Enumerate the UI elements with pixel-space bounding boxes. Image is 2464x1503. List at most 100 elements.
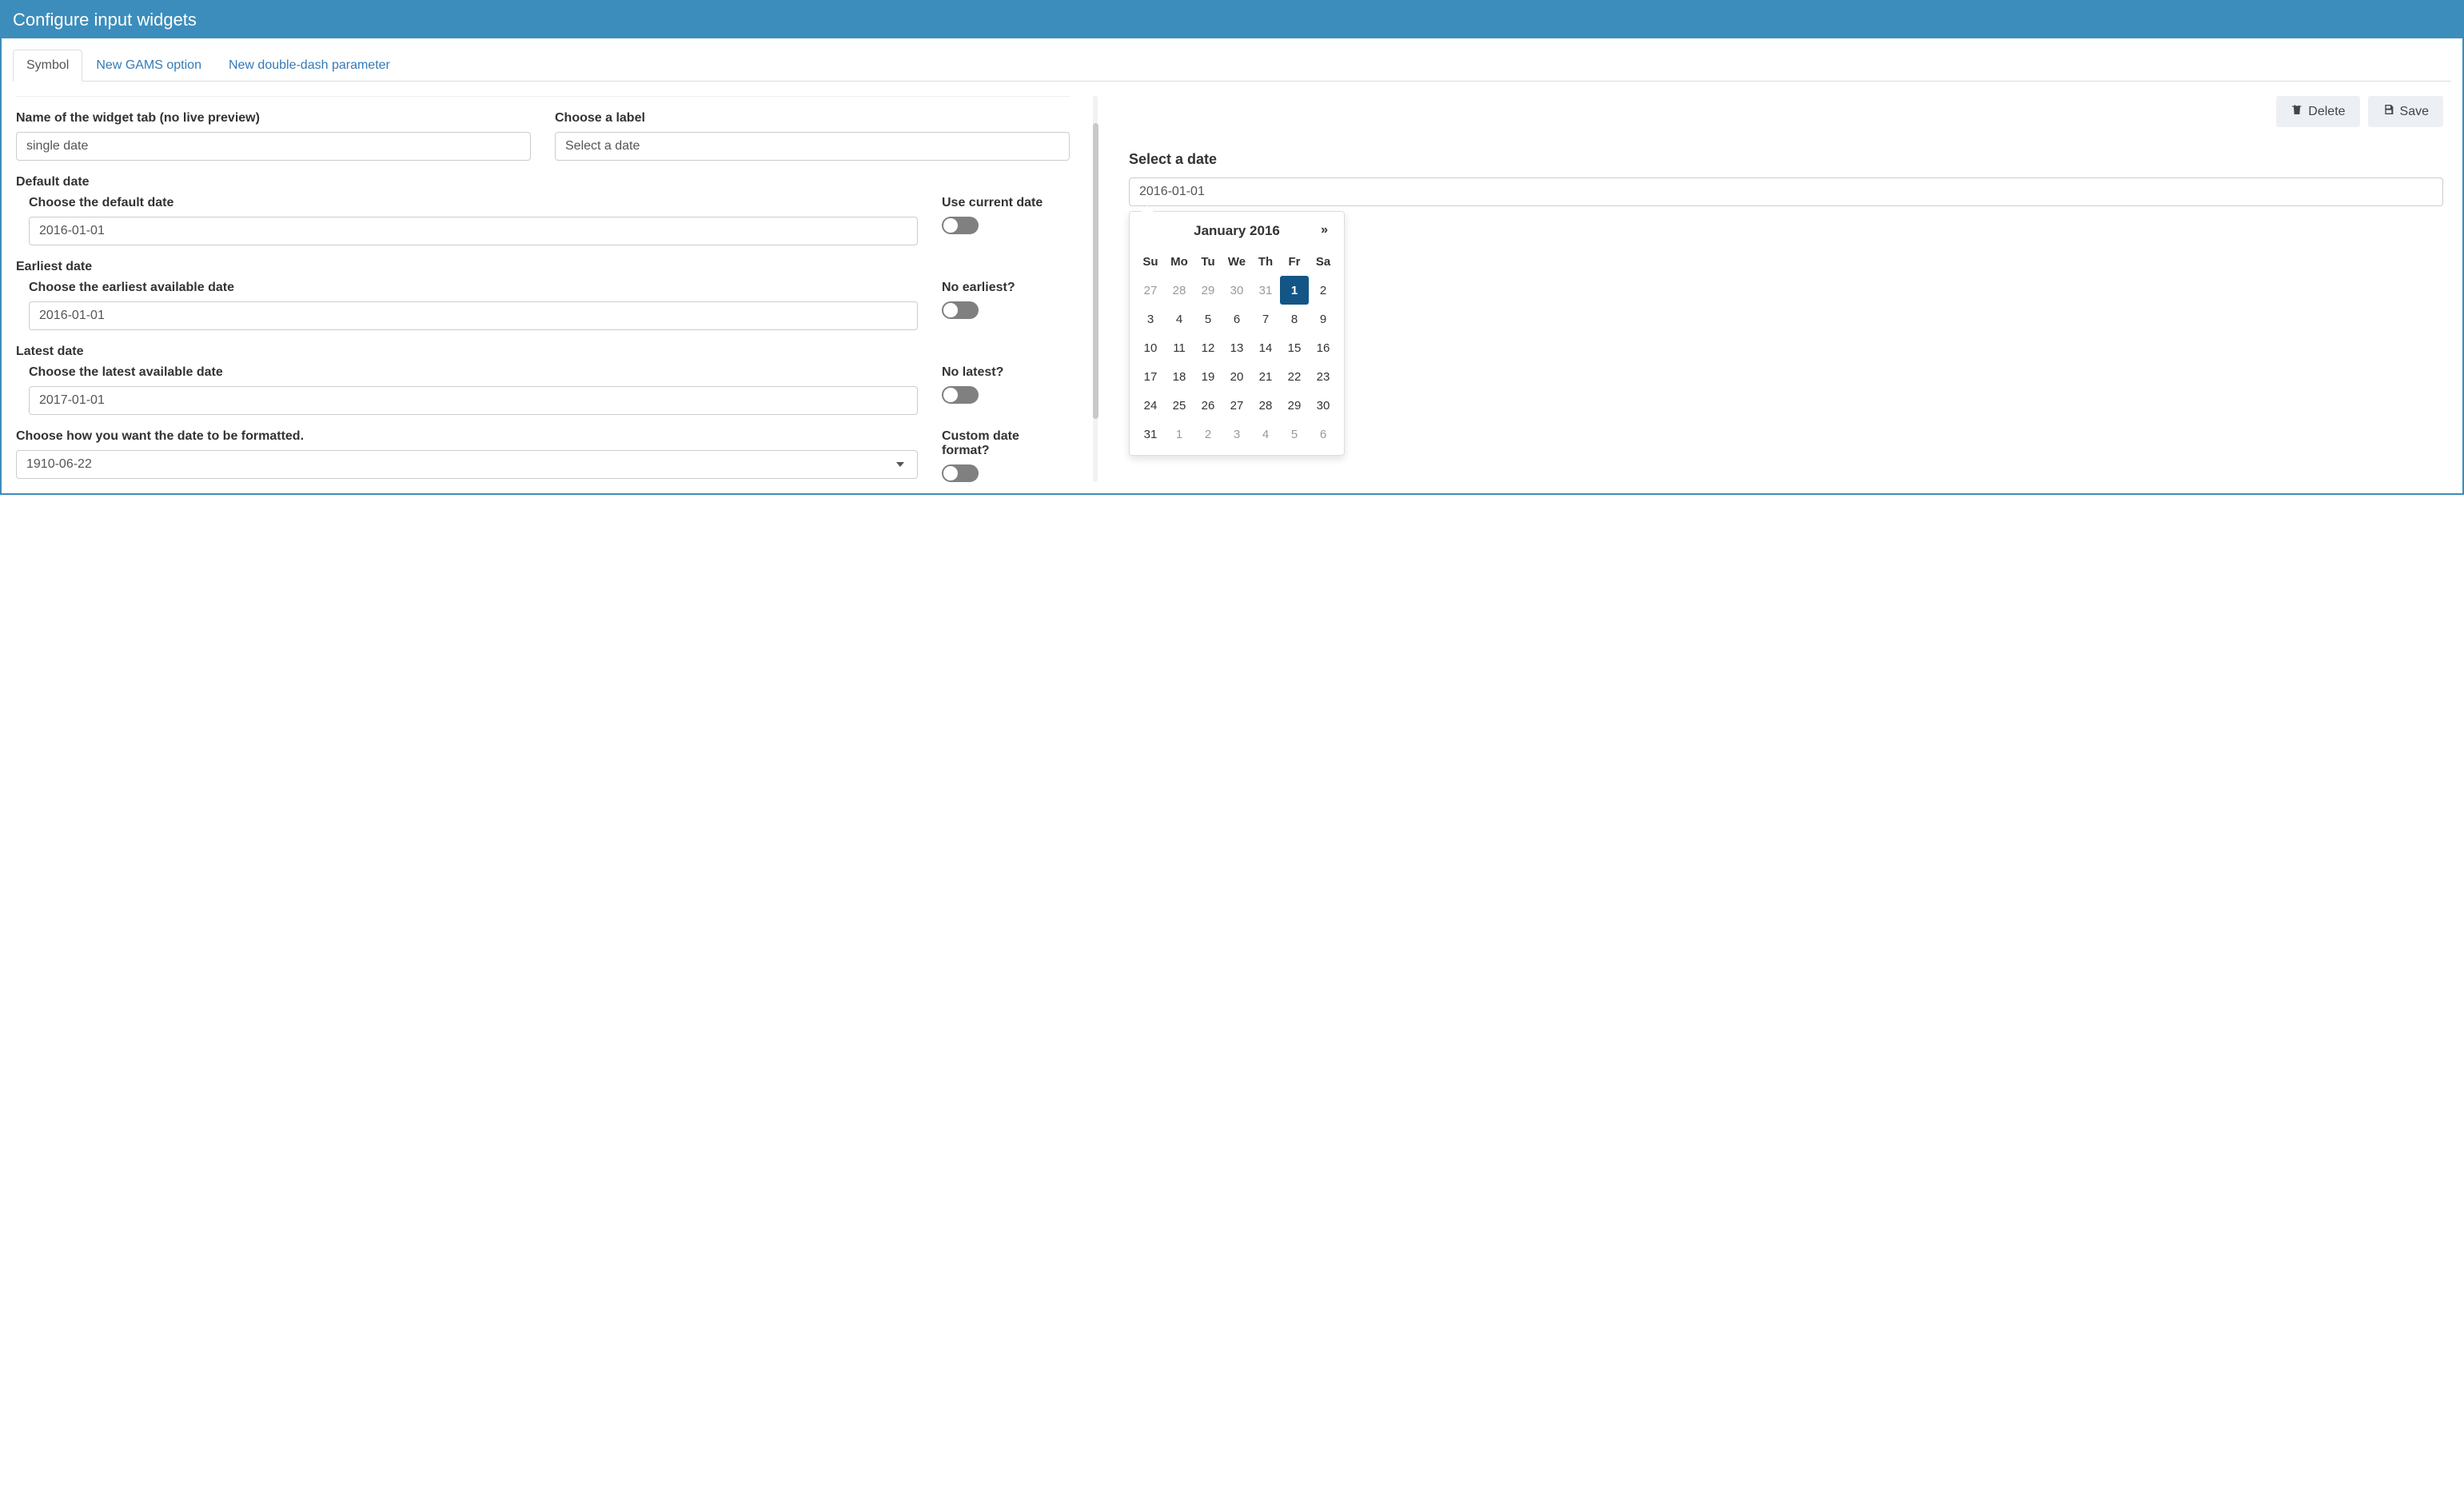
- no-earliest-label: No earliest?: [942, 281, 1070, 295]
- calendar-day[interactable]: 14: [1251, 333, 1280, 362]
- calendar-week-row: 31123456: [1136, 420, 1338, 449]
- calendar-day[interactable]: 8: [1280, 305, 1309, 333]
- calendar-weekday: Sa: [1309, 247, 1338, 276]
- calendar-day[interactable]: 1: [1280, 276, 1309, 305]
- calendar-day[interactable]: 17: [1136, 362, 1165, 391]
- earliest-date-input[interactable]: [29, 301, 918, 330]
- calendar-day[interactable]: 6: [1222, 305, 1251, 333]
- calendar-day[interactable]: 15: [1280, 333, 1309, 362]
- date-format-label: Choose how you want the date to be forma…: [16, 429, 918, 444]
- date-format-select[interactable]: 1910-06-22: [16, 450, 918, 479]
- calendar-day[interactable]: 28: [1165, 276, 1194, 305]
- calendar-day[interactable]: 6: [1309, 420, 1338, 449]
- calendar-day[interactable]: 29: [1280, 391, 1309, 420]
- default-date-input[interactable]: [29, 217, 918, 245]
- calendar-day[interactable]: 3: [1136, 305, 1165, 333]
- calendar-day[interactable]: 31: [1136, 420, 1165, 449]
- columns: Name of the widget tab (no live preview)…: [13, 96, 2451, 482]
- calendar-day[interactable]: 16: [1309, 333, 1338, 362]
- latest-date-field-label: Choose the latest available date: [29, 365, 918, 380]
- calendar-day[interactable]: 19: [1194, 362, 1222, 391]
- save-icon: [2382, 103, 2395, 120]
- calendar-day[interactable]: 31: [1251, 276, 1280, 305]
- column-divider: [1086, 96, 1105, 482]
- calendar-day[interactable]: 1: [1165, 420, 1194, 449]
- calendar-day[interactable]: 26: [1194, 391, 1222, 420]
- calendar-day[interactable]: 10: [1136, 333, 1165, 362]
- calendar-day[interactable]: 2: [1309, 276, 1338, 305]
- calendar-weekday: Su: [1136, 247, 1165, 276]
- calendar-day[interactable]: 27: [1222, 391, 1251, 420]
- window-title: Configure input widgets: [2, 2, 2462, 38]
- calendar-day[interactable]: 12: [1194, 333, 1222, 362]
- calendar-day[interactable]: 21: [1251, 362, 1280, 391]
- tab-new-double-dash-parameter[interactable]: New double-dash parameter: [215, 50, 404, 82]
- calendar-day[interactable]: 7: [1251, 305, 1280, 333]
- calendar-day[interactable]: 2: [1194, 420, 1222, 449]
- calendar-weekday: Th: [1251, 247, 1280, 276]
- calendar-day[interactable]: 5: [1280, 420, 1309, 449]
- save-button-label: Save: [2400, 105, 2429, 119]
- custom-date-format-toggle[interactable]: [942, 464, 979, 482]
- window-body: Symbol New GAMS option New double-dash p…: [2, 38, 2462, 493]
- datepicker-next-button[interactable]: »: [1316, 221, 1333, 239]
- datepicker-month-title[interactable]: January 2016: [1194, 223, 1280, 239]
- calendar-day[interactable]: 22: [1280, 362, 1309, 391]
- datepicker: January 2016 » SuMoTuWeThFrSa 2728293031…: [1129, 211, 1345, 456]
- widget-tab-name-input[interactable]: [16, 132, 531, 161]
- earliest-date-field-label: Choose the earliest available date: [29, 281, 918, 295]
- default-date-section-label: Default date: [16, 175, 1070, 189]
- calendar-day[interactable]: 24: [1136, 391, 1165, 420]
- calendar-weekday: We: [1222, 247, 1251, 276]
- delete-button-label: Delete: [2308, 105, 2345, 119]
- tab-new-gams-option[interactable]: New GAMS option: [82, 50, 215, 82]
- date-format-value: 1910-06-22: [26, 457, 92, 472]
- calendar-day[interactable]: 4: [1251, 420, 1280, 449]
- calendar-day[interactable]: 3: [1222, 420, 1251, 449]
- calendar-day[interactable]: 11: [1165, 333, 1194, 362]
- preview-date-input[interactable]: [1129, 177, 2443, 206]
- right-column: Delete Save Select a date January 2016 »: [1105, 96, 2451, 482]
- calendar-day[interactable]: 20: [1222, 362, 1251, 391]
- delete-button[interactable]: Delete: [2276, 96, 2359, 127]
- calendar-day[interactable]: 4: [1165, 305, 1194, 333]
- toolbar: Delete Save: [1129, 96, 2443, 127]
- calendar-day[interactable]: 18: [1165, 362, 1194, 391]
- calendar-day[interactable]: 23: [1309, 362, 1338, 391]
- trash-icon: [2291, 103, 2303, 120]
- no-latest-toggle[interactable]: [942, 386, 979, 404]
- calendar-weekday: Tu: [1194, 247, 1222, 276]
- calendar-day[interactable]: 30: [1309, 391, 1338, 420]
- chevron-down-icon: [896, 462, 904, 467]
- widget-label-label: Choose a label: [555, 111, 1070, 126]
- widget-label-input[interactable]: [555, 132, 1070, 161]
- tab-symbol[interactable]: Symbol: [13, 50, 82, 82]
- calendar-week-row: 272829303112: [1136, 276, 1338, 305]
- calendar-day[interactable]: 28: [1251, 391, 1280, 420]
- earliest-date-section-label: Earliest date: [16, 260, 1070, 274]
- calendar-day[interactable]: 27: [1136, 276, 1165, 305]
- save-button[interactable]: Save: [2368, 96, 2443, 127]
- use-current-date-toggle[interactable]: [942, 217, 979, 234]
- no-earliest-toggle[interactable]: [942, 301, 979, 319]
- calendar-week-row: 17181920212223: [1136, 362, 1338, 391]
- calendar-day[interactable]: 5: [1194, 305, 1222, 333]
- calendar-weekday-row: SuMoTuWeThFrSa: [1136, 247, 1338, 276]
- latest-date-input[interactable]: [29, 386, 918, 415]
- calendar-day[interactable]: 13: [1222, 333, 1251, 362]
- calendar-day[interactable]: 30: [1222, 276, 1251, 305]
- scrollbar-thumb[interactable]: [1093, 123, 1098, 419]
- custom-date-format-label: Custom date format?: [942, 429, 1070, 458]
- tabs: Symbol New GAMS option New double-dash p…: [13, 50, 2451, 82]
- calendar-week-row: 24252627282930: [1136, 391, 1338, 420]
- calendar-day[interactable]: 25: [1165, 391, 1194, 420]
- calendar-grid: SuMoTuWeThFrSa 2728293031123456789101112…: [1136, 247, 1338, 449]
- latest-date-section-label: Latest date: [16, 345, 1070, 359]
- calendar-day[interactable]: 9: [1309, 305, 1338, 333]
- divider-line: [16, 96, 1070, 97]
- widget-tab-name-label: Name of the widget tab (no live preview): [16, 111, 531, 126]
- calendar-week-row: 10111213141516: [1136, 333, 1338, 362]
- config-window: Configure input widgets Symbol New GAMS …: [0, 0, 2464, 495]
- preview-field-label: Select a date: [1129, 151, 2443, 168]
- calendar-day[interactable]: 29: [1194, 276, 1222, 305]
